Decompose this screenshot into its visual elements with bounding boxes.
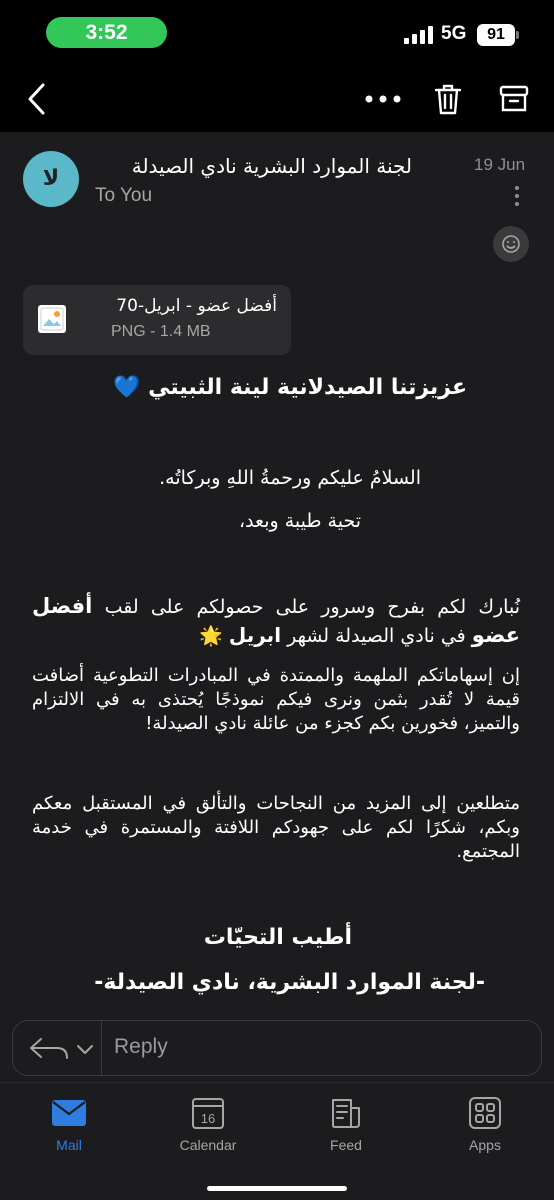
tahiya-line: تحية طيبة وبعد، (238, 510, 361, 532)
delete-button[interactable] (430, 78, 466, 120)
image-file-icon (38, 305, 66, 333)
message-toolbar (0, 66, 554, 132)
reply-arrow-icon[interactable] (27, 1035, 97, 1063)
tab-feed[interactable]: Feed (296, 1091, 396, 1161)
message-date: 19 Jun (474, 155, 526, 174)
feed-icon (328, 1095, 364, 1131)
star-emoji: 🌟 (199, 625, 229, 647)
status-time: 3:52 (46, 17, 167, 48)
reply-input[interactable]: Reply (114, 1035, 168, 1059)
battery-tip (516, 31, 519, 39)
archive-icon (499, 85, 529, 112)
tab-calendar[interactable]: 16 Calendar (158, 1091, 258, 1161)
congrats-text: نُبارك لكم بفرح وسرور على حصولكم على لقب (92, 596, 520, 618)
congrats-paragraph: نُبارك لكم بفرح وسرور على حصولكم على لقب… (32, 592, 520, 650)
tab-bar: Mail 16 Calendar Feed Apps (0, 1082, 554, 1200)
recipient-label[interactable]: To You (95, 185, 152, 207)
battery-icon: 91 (477, 24, 515, 46)
tab-feed-label: Feed (330, 1137, 362, 1153)
more-button[interactable] (360, 78, 406, 120)
reply-divider (101, 1021, 102, 1075)
month-bold: ابريل (228, 623, 282, 647)
closing-line: أطيب التحيّات (203, 925, 352, 950)
tab-calendar-label: Calendar (179, 1137, 237, 1153)
dot (515, 194, 519, 198)
archive-button[interactable] (496, 78, 532, 120)
signature-line: -لجنة الموارد البشرية، نادي الصيدلة- (94, 970, 485, 995)
calendar-day: 16 (201, 1111, 215, 1126)
sender-avatar[interactable]: لا (23, 151, 79, 207)
tab-mail-label: Mail (56, 1137, 82, 1153)
back-button[interactable] (18, 78, 54, 120)
congrats-text-2: في نادي الصيدلة لشهر (281, 625, 472, 647)
tab-apps[interactable]: Apps (435, 1091, 535, 1161)
trash-icon (434, 84, 462, 115)
message-view: لا لجنة الموارد البشرية نادي الصيدلة To … (0, 132, 554, 1082)
calendar-icon: 16 (190, 1095, 226, 1131)
attachment-meta: PNG - 1.4 MB (111, 323, 211, 340)
status-bar: 3:52 5G 91 (0, 0, 554, 66)
dot (515, 202, 519, 206)
future-paragraph: متطلعين إلى المزيد من النجاحات والتألق ف… (32, 793, 520, 862)
home-indicator[interactable] (207, 1186, 347, 1191)
salam-line: السلامُ عليكم ورحمةُ اللهِ وبركاتُه. (159, 467, 421, 489)
message-options-button[interactable] (512, 186, 522, 208)
sender-name[interactable]: لجنة الموارد البشرية نادي الصيدلة (132, 154, 412, 178)
greeting-heading: عزيزتنا الصيدلانية لينة الثبيتي 💙 (113, 375, 467, 400)
tab-mail[interactable]: Mail (19, 1091, 119, 1161)
reply-bar[interactable]: Reply (12, 1020, 542, 1076)
mail-icon (51, 1095, 87, 1131)
smiley-icon (502, 235, 520, 253)
tab-apps-label: Apps (469, 1137, 501, 1153)
apps-grid-icon (467, 1095, 503, 1131)
cellular-signal-icon (404, 26, 434, 44)
chevron-left-icon (28, 83, 45, 115)
network-type: 5G (441, 23, 467, 44)
contributions-paragraph: إن إسهاماتكم الملهمة والممتدة في المبادر… (32, 665, 520, 734)
reaction-button[interactable] (493, 226, 529, 262)
dot (515, 186, 519, 190)
more-horizontal-icon (365, 95, 401, 103)
attachment-name: أفضل عضو - ابريل-70 (116, 296, 277, 316)
attachment-card[interactable]: أفضل عضو - ابريل-70 PNG - 1.4 MB (23, 285, 291, 355)
